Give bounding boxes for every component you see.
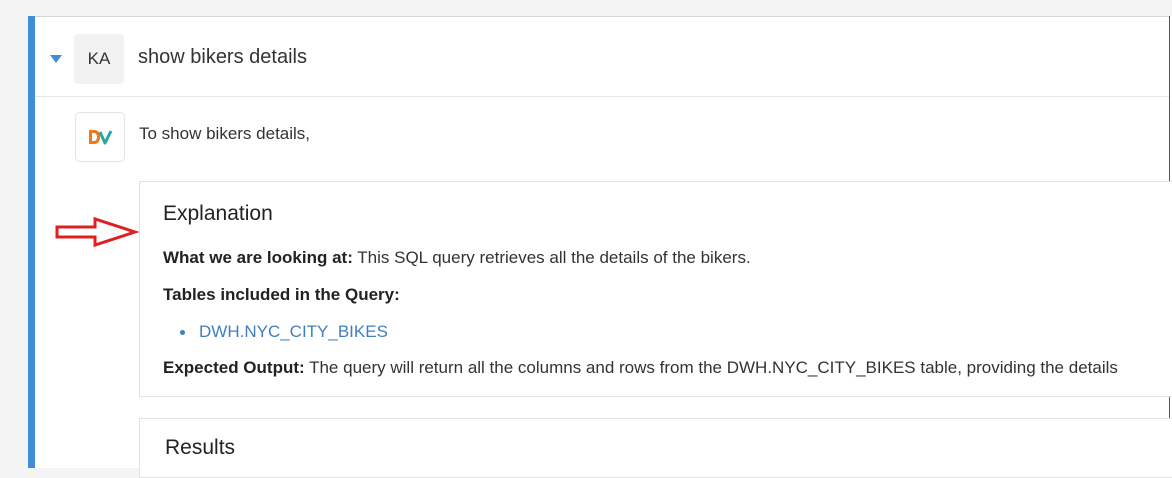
table-name-link[interactable]: DWH.NYC_CITY_BIKES xyxy=(199,322,388,342)
looking-at-text: This SQL query retrieves all the details… xyxy=(357,248,751,267)
response-intro: To show bikers details, xyxy=(139,124,311,143)
message-divider xyxy=(35,96,1169,97)
bot-avatar xyxy=(75,112,125,162)
user-avatar: KA xyxy=(74,34,124,84)
results-card xyxy=(139,418,1172,478)
results-title: Results xyxy=(165,436,236,459)
tables-row: Tables included in the Query: xyxy=(163,285,400,305)
collapse-toggle[interactable] xyxy=(49,54,63,64)
tables-label: Tables included in the Query: xyxy=(163,285,400,304)
red-arrow-icon xyxy=(55,216,139,248)
bullet-icon xyxy=(180,329,185,335)
user-initials: KA xyxy=(87,49,111,68)
expected-output-text: The query will return all the columns an… xyxy=(309,358,1118,377)
expected-output-label: Expected Output: xyxy=(163,358,305,377)
looking-at-label: What we are looking at: xyxy=(163,248,353,267)
user-query-text: show bikers details xyxy=(138,46,307,68)
caret-down-icon xyxy=(50,55,62,63)
explanation-title: Explanation xyxy=(163,202,273,225)
expected-output-row: Expected Output: The query will return a… xyxy=(163,358,1118,378)
selected-accent-bar xyxy=(28,16,35,468)
dv-logo-icon xyxy=(89,130,113,145)
looking-at-row: What we are looking at: This SQL query r… xyxy=(163,248,751,268)
table-list-item[interactable]: DWH.NYC_CITY_BIKES xyxy=(180,322,388,342)
